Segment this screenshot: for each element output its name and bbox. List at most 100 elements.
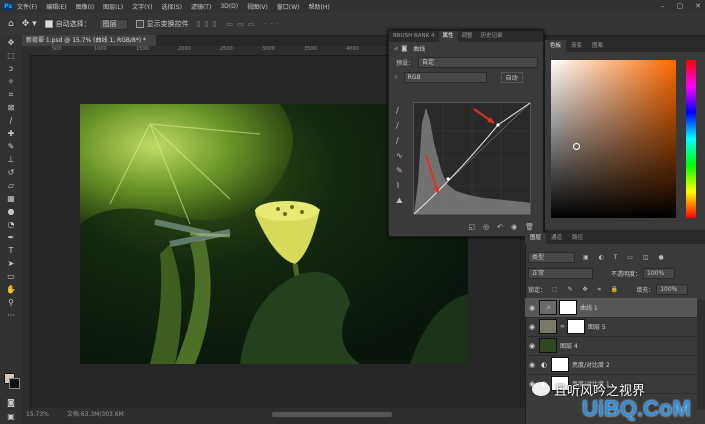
fill-input[interactable]: 100% [656, 284, 689, 295]
marquee-tool-icon[interactable]: ⬚ [5, 51, 17, 61]
background-color-swatch[interactable] [9, 378, 20, 389]
screen-mode-icon[interactable]: ▣ [5, 412, 17, 422]
quick-mask-icon[interactable]: ◙ [5, 398, 17, 408]
eyedropper-tool-icon[interactable]: ∕ [5, 116, 17, 126]
opacity-input[interactable]: 100% [643, 268, 676, 279]
chain-icon[interactable]: ∞ [560, 323, 565, 330]
document-tab[interactable]: 新荷翠·1.psd @ 15.7% (曲线 1, RGB/8*) * × [22, 35, 156, 55]
pencil-draw-icon[interactable]: ✎ [396, 166, 403, 175]
hand-tool-icon[interactable]: ✋ [5, 285, 17, 295]
curve-point-tool-icon[interactable]: ∿ [396, 151, 403, 160]
tab-paths[interactable]: 路径 [567, 233, 588, 244]
path-select-icon[interactable]: ➤ [5, 259, 17, 269]
layer-row-pixel[interactable]: ◉ 图层 4 [525, 336, 697, 356]
menu-file[interactable]: 文件(F) [17, 2, 37, 11]
kind-filter-dropdown[interactable]: 类型 [528, 252, 575, 263]
reset-icon[interactable]: ↶ [497, 223, 503, 231]
delete-icon[interactable]: 🗑 [525, 223, 534, 231]
hue-slider[interactable] [686, 60, 696, 218]
align-icons[interactable]: ▯▯▯ ▭▭▭ ··· [197, 20, 284, 28]
tab-gradients[interactable]: 渐变 [566, 40, 587, 52]
eye-icon[interactable]: ◉ [525, 342, 539, 350]
layer-thumbnail[interactable] [539, 338, 557, 353]
layer-thumbnail[interactable] [539, 319, 557, 334]
eye-icon[interactable]: ◉ [525, 304, 539, 312]
tab-channels[interactable]: 通道 [546, 233, 567, 244]
pen-tool-icon[interactable]: ✒ [5, 233, 17, 243]
menu-filter[interactable]: 滤镜(T) [191, 2, 211, 11]
tab-swatches[interactable]: 色板 [545, 40, 567, 52]
home-icon[interactable]: ⌂ [8, 19, 14, 29]
blend-mode-dropdown[interactable]: 正常 [528, 268, 593, 279]
eye-icon[interactable]: ◉ [525, 323, 539, 331]
menu-layer[interactable]: 图层(L) [103, 2, 123, 11]
shape-tool-icon[interactable]: ▭ [5, 272, 17, 282]
maximize-icon[interactable]: ▢ [677, 2, 684, 10]
minimize-icon[interactable]: – [661, 2, 665, 10]
layer-name[interactable]: 曲线 1 [580, 303, 598, 312]
target-adjust-icon[interactable]: ☝ [394, 74, 398, 81]
close-icon[interactable]: ✕ [695, 2, 701, 10]
menu-select[interactable]: 选择(S) [161, 2, 182, 11]
layer-row-pixel[interactable]: ◉ ∞ 图层 5 [525, 317, 697, 337]
layer-row-curves[interactable]: ◉ ⩘ 曲线 1 [525, 298, 697, 318]
healing-tool-icon[interactable]: ✚ [5, 129, 17, 139]
lock-icons[interactable]: ⬚ ✎ ✥ ⌗ 🔒 [552, 286, 622, 294]
blur-tool-icon[interactable]: ● [5, 207, 17, 217]
color-picker-cursor[interactable] [573, 143, 580, 150]
eraser-tool-icon[interactable]: ▱ [5, 181, 17, 191]
layer-name[interactable]: 图层 5 [588, 322, 606, 331]
layer-row-brightness[interactable]: ◉ ◐ 亮度/对比度 2 [525, 355, 697, 375]
menu-type[interactable]: 文字(Y) [132, 2, 152, 11]
gradient-tool-icon[interactable]: ▦ [5, 194, 17, 204]
layer-mask-thumbnail[interactable] [551, 357, 569, 372]
lasso-tool-icon[interactable]: ↄ [5, 64, 17, 74]
dodge-tool-icon[interactable]: ◔ [5, 220, 17, 230]
eyedropper-gray-icon[interactable]: ∕ [396, 121, 399, 130]
layer-name[interactable]: 亮度/对比度 2 [572, 360, 610, 369]
color-picker-field[interactable] [551, 60, 676, 218]
layer-name[interactable]: 图层 4 [560, 341, 578, 350]
clip-to-layer-icon[interactable]: ◱ [468, 223, 475, 231]
channel-dropdown[interactable]: RGB [403, 72, 487, 83]
zoom-level[interactable]: 15.73% [26, 411, 49, 418]
menu-window[interactable]: 窗口(W) [277, 2, 300, 11]
menu-help[interactable]: 帮助(H) [309, 2, 330, 11]
layer-mask-thumbnail[interactable] [559, 300, 577, 315]
show-transform-checkbox[interactable]: 显示变换控件 [135, 19, 189, 29]
tab-patterns[interactable]: 图案 [587, 40, 608, 52]
more-tools-icon[interactable]: ··· [5, 311, 17, 321]
tab-properties[interactable]: 属性 [438, 31, 458, 42]
move-tool-icon[interactable]: ✥ ▾ [22, 19, 37, 29]
clipping-warning-icon[interactable]: ⛰ [396, 196, 403, 206]
stamp-tool-icon[interactable]: ⊥ [5, 155, 17, 165]
crop-tool-icon[interactable]: ⌗ [5, 90, 17, 100]
menu-edit[interactable]: 编辑(E) [46, 2, 66, 11]
view-previous-icon[interactable]: ◎ [483, 223, 489, 231]
eye-icon[interactable]: ◉ [525, 361, 539, 369]
history-brush-icon[interactable]: ↺ [5, 168, 17, 178]
eyedropper-black-icon[interactable]: ∕ [396, 106, 399, 115]
smooth-icon[interactable]: ⌇ [396, 181, 400, 190]
auto-select-checkbox[interactable]: 自动选择： [44, 19, 91, 29]
filter-icons[interactable]: ▣ ◐ T ▭ ◫ ● [583, 254, 668, 261]
tab-history[interactable]: 历史记录 [477, 31, 507, 42]
curves-graph[interactable] [413, 102, 531, 215]
layer-mask-thumbnail[interactable] [567, 319, 585, 334]
mask-icon[interactable]: ◙ [401, 45, 407, 52]
auto-select-dropdown[interactable]: 图层 [98, 18, 128, 30]
horizontal-scrollbar[interactable] [272, 412, 392, 417]
menu-3d[interactable]: 3D(D) [220, 3, 238, 10]
menu-view[interactable]: 视图(V) [247, 2, 268, 11]
visibility-icon[interactable]: ◉ [511, 223, 517, 231]
eyedropper-white-icon[interactable]: ∕ [396, 136, 399, 145]
move-tool-icon[interactable]: ✥ [5, 38, 17, 48]
type-tool-icon[interactable]: T [5, 246, 17, 256]
tab-brush-bank[interactable]: BRUSH BANK 4 [389, 31, 439, 42]
preset-dropdown[interactable]: 自定 [418, 57, 538, 68]
zoom-tool-icon[interactable]: ⚲ [5, 298, 17, 308]
menu-image[interactable]: 图像(I) [76, 2, 94, 11]
auto-button[interactable]: 自动 [500, 72, 523, 83]
magic-wand-tool-icon[interactable]: ✧ [5, 77, 17, 87]
frame-tool-icon[interactable]: ⊠ [5, 103, 17, 113]
